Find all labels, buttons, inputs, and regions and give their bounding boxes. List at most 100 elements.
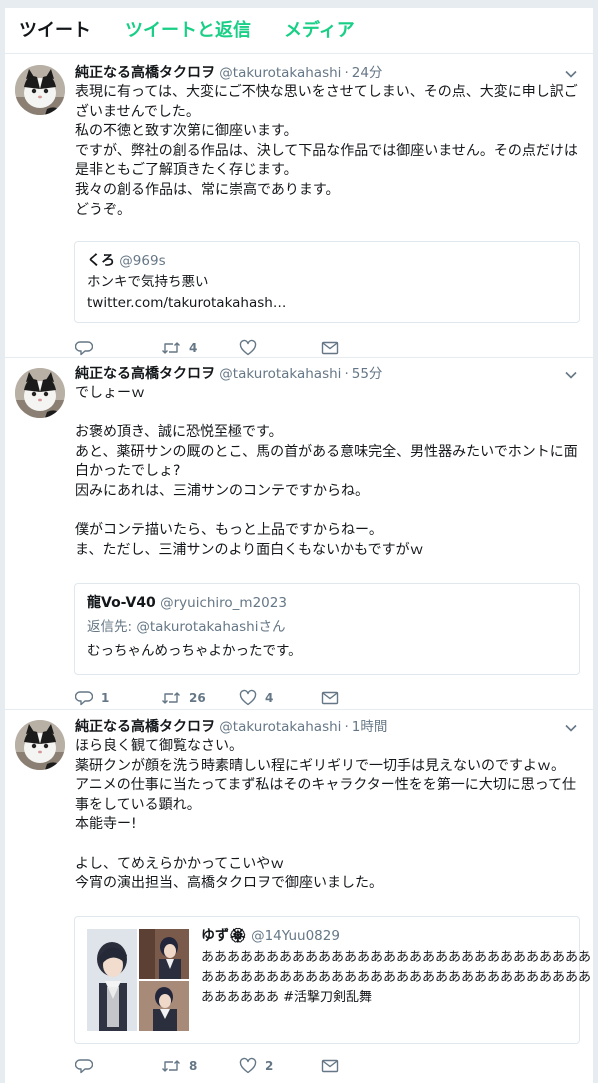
- retweet-icon: [162, 1060, 180, 1072]
- reply-icon: [75, 691, 93, 706]
- tweet-line: 僕がコンテ描いたら、もっと上品ですからねー。: [75, 522, 383, 539]
- like-count: 2: [265, 1059, 274, 1073]
- reply-to-prefix: 返信先:: [87, 619, 133, 635]
- retweet-count: 4: [189, 341, 198, 355]
- dm-icon: [321, 691, 339, 705]
- avatar[interactable]: [15, 720, 65, 770]
- avatar[interactable]: [15, 368, 65, 418]
- tweet-line: どうぞ。: [75, 201, 131, 218]
- user-name[interactable]: 純正なる高橋タクロヲ: [75, 719, 215, 735]
- tweet-line: 白かったでしょ?: [75, 463, 181, 480]
- retweet-button[interactable]: 26: [161, 688, 206, 708]
- tweet-line: [75, 502, 585, 522]
- tweet[interactable]: 純正なる高橋タクロヲ @takurotakahashi · 24分 表現に有っては、…: [5, 55, 593, 358]
- quoted-tweet[interactable]: 龍Vo-V40 @ryuichiro_m2023 返信先: @takurotak…: [74, 583, 580, 675]
- reply-to-handle[interactable]: @takurotakahashiさん: [136, 619, 285, 635]
- tweet-time[interactable]: 55分: [352, 366, 383, 382]
- tweet-line: 事をしている顕れ。: [75, 796, 201, 813]
- tab-tweets-replies[interactable]: ツイートと返信: [125, 19, 251, 43]
- reply-count: 1: [101, 691, 110, 705]
- tweet-line: アニメの仕事に当たってまず私はそのキャラクター性をを第一に大切に思って仕: [75, 777, 577, 794]
- tweet-time[interactable]: 24分: [352, 65, 383, 81]
- tweet-line: よし、てめえらかかってこいやｗ: [75, 855, 285, 872]
- retweet-count: 26: [189, 691, 206, 705]
- quoted-link[interactable]: twitter.com/takurotakahash…: [87, 294, 286, 313]
- tweet-line: 我々の創る作品は、常に崇高であります。: [75, 181, 340, 198]
- quoted-text-line: ああああああ #活撃刀剣乱舞: [201, 990, 373, 1005]
- separator: ·: [344, 366, 349, 382]
- like-icon: [239, 339, 257, 356]
- like-count: 4: [265, 691, 274, 705]
- quoted-user-handle: @969s: [119, 253, 166, 269]
- quoted-user-handle: @14Yuu0829: [251, 928, 340, 944]
- tweet-text: でしょーｗ お褒め頂き、誠に恐悦至極です。 あと、薬研サンの厩のとこ、馬の首があ…: [75, 384, 585, 560]
- reply-icon: [75, 1059, 93, 1074]
- quoted-text: むっちゃんめっちゃよかったです。: [87, 643, 302, 659]
- tweet-line: ほら良く観て御覧なさい。: [75, 738, 243, 754]
- dm-button[interactable]: [321, 688, 339, 708]
- tweet[interactable]: 純正なる高橋タクロヲ @takurotakahashi · 1時間 ほら良く観て御覧…: [5, 710, 593, 1083]
- retweet-count: 8: [189, 1059, 198, 1073]
- quoted-text-line: ああああああああああああああああああああああああああああああ: [201, 970, 592, 985]
- media-image[interactable]: [139, 981, 189, 1031]
- dm-icon: [321, 341, 339, 355]
- tweet-line: ですが、弊社の創る作品は、決して下品な作品では御座いません。その点だけは: [75, 142, 578, 159]
- tweet-line: 因みにあれは、三浦サンのコンテですからね。: [75, 482, 369, 499]
- retweet-button[interactable]: 8: [161, 1056, 197, 1076]
- tweet[interactable]: 純正なる高橋タクロヲ @takurotakahashi · 55分 でしょーｗ お褒…: [5, 358, 593, 710]
- tweet-line: 今宵の演出担当、高橋タクロヲで御座いました。: [75, 875, 383, 892]
- tweet-line: [75, 404, 585, 424]
- chevron-down-icon[interactable]: [564, 67, 578, 81]
- quoted-user-handle: @ryuichiro_m2023: [160, 595, 287, 611]
- media-thumbnails[interactable]: [87, 929, 189, 1031]
- user-name[interactable]: 純正なる高橋タクロヲ: [75, 366, 215, 382]
- separator: ·: [344, 719, 349, 735]
- dm-button[interactable]: [321, 338, 339, 358]
- user-handle[interactable]: @takurotakahashi: [219, 65, 341, 81]
- tweet-line: 私の不徳と致す次第に御座います。: [75, 123, 298, 140]
- media-image[interactable]: [139, 929, 189, 979]
- tweet-text: 表現に有っては、大変にご不快な思いをさせてしまい、その点、大変に申し訳ご ざいま…: [75, 83, 585, 220]
- tweet-text: ほら良く観て御覧なさい。 薬研クンが顔を洗う時素晴しい程にギリギリで一切手は見え…: [75, 737, 585, 894]
- tweet-line: ま、ただし、三浦サンのより面白くもないかもですがｗ: [75, 541, 424, 558]
- user-handle[interactable]: @takurotakahashi: [219, 719, 341, 735]
- dm-button[interactable]: [321, 1056, 339, 1076]
- quoted-user-name: 龍Vo-V40: [87, 595, 156, 611]
- reply-button[interactable]: [75, 1056, 101, 1076]
- like-button[interactable]: 4: [239, 688, 273, 708]
- tweet-line: でしょーｗ: [75, 385, 145, 401]
- chevron-down-icon[interactable]: [564, 721, 578, 735]
- media-image[interactable]: [87, 929, 137, 1031]
- tweet-line: 表現に有っては、大変にご不快な思いをさせてしまい、その点、大変に申し訳ご: [75, 84, 578, 100]
- tweet-header: 純正なる高橋タクロヲ @takurotakahashi · 55分: [75, 364, 382, 384]
- like-button[interactable]: 2: [239, 1056, 273, 1076]
- quoted-tweet[interactable]: ゆず🏵 @14Yuu0829 あああああああああああああああああああああああああ…: [74, 916, 591, 1044]
- like-icon: [239, 689, 257, 706]
- user-name[interactable]: 純正なる高橋タクロヲ: [75, 65, 215, 81]
- tweet-line: あと、薬研サンの厩のとこ、馬の首がある意味完全、男性器みたいでホントに面: [75, 443, 578, 460]
- tweet-line: 本能寺ー!: [75, 816, 137, 833]
- quoted-text: ホンキで気持ち悪い: [87, 274, 209, 290]
- tab-tweets[interactable]: ツイート: [19, 19, 91, 43]
- retweet-icon: [162, 342, 180, 354]
- tweet-line: ざいませんでした。: [75, 103, 200, 120]
- reply-icon: [75, 341, 93, 356]
- like-button[interactable]: [239, 338, 265, 358]
- tab-media[interactable]: メディア: [284, 19, 355, 43]
- reply-button[interactable]: [75, 338, 101, 358]
- tweet-header: 純正なる高橋タクロヲ @takurotakahashi · 1時間: [75, 717, 387, 737]
- avatar[interactable]: [15, 65, 65, 115]
- retweet-icon: [162, 692, 180, 704]
- like-icon: [239, 1057, 257, 1074]
- tweet-line: 是非ともご了解頂きたく存じます。: [75, 162, 298, 179]
- chevron-down-icon[interactable]: [564, 368, 578, 382]
- retweet-button[interactable]: 4: [161, 338, 197, 358]
- tweet-line: [75, 835, 585, 855]
- reply-button[interactable]: 1: [75, 688, 109, 708]
- quoted-tweet[interactable]: くろ @969s ホンキで気持ち悪い twitter.com/takurotak…: [74, 241, 580, 323]
- quoted-user-name: くろ: [87, 253, 115, 269]
- profile-timeline: ツイート ツイートと返信 メディア 純正なる高橋タクロヲ @takurotaka…: [5, 8, 593, 1083]
- tweet-time[interactable]: 1時間: [352, 719, 388, 735]
- quoted-text-line: ああああああああああああああああああああああああああああああ: [201, 950, 592, 965]
- user-handle[interactable]: @takurotakahashi: [219, 366, 341, 382]
